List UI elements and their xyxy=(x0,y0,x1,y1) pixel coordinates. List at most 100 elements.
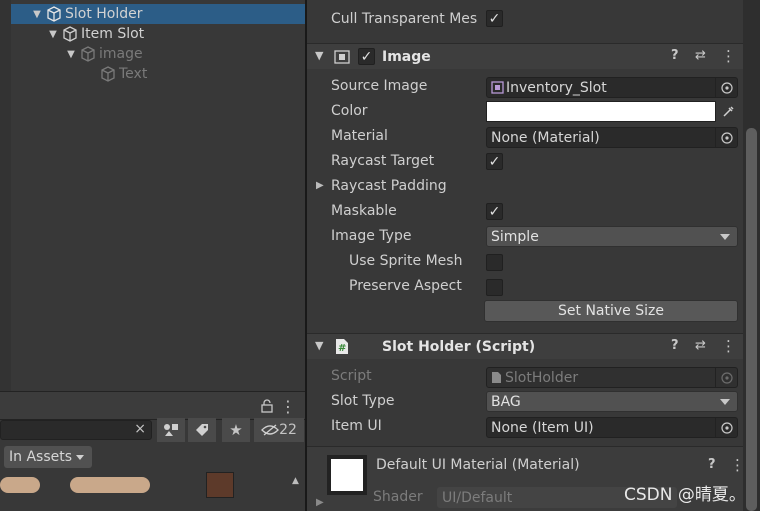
hierarchy-panel: ▼ Slot Holder ▼ Item Slot ▼ image Text xyxy=(0,0,305,391)
foldout-arrow-icon[interactable]: ▶ xyxy=(316,497,324,508)
component-menu-icon[interactable]: ⋮ xyxy=(721,47,736,65)
hierarchy-item-label: Item Slot xyxy=(81,26,145,42)
sprite-icon xyxy=(491,81,504,94)
preserve-aspect-label: Preserve Aspect xyxy=(349,278,462,294)
maskable-checkbox[interactable]: ✓ xyxy=(486,203,503,220)
cull-transparent-mesh-checkbox[interactable]: ✓ xyxy=(486,10,503,27)
item-ui-field[interactable]: None (Item UI) xyxy=(486,417,738,438)
more-menu-icon[interactable]: ⋮ xyxy=(279,394,297,418)
caret-down-icon xyxy=(720,234,730,240)
object-picker-icon[interactable] xyxy=(715,128,737,147)
hierarchy-item-image[interactable]: ▼ image xyxy=(11,44,305,64)
cull-transparent-mesh-label: Cull Transparent Mes xyxy=(331,11,478,27)
object-picker-icon[interactable] xyxy=(715,78,737,97)
hierarchy-item-item-slot[interactable]: ▼ Item Slot xyxy=(11,24,305,44)
hierarchy-item-text[interactable]: Text xyxy=(11,64,305,84)
caret-down-icon xyxy=(76,454,85,460)
shader-label: Shader xyxy=(373,489,423,505)
image-component-title: Image xyxy=(382,49,431,65)
component-menu-icon[interactable]: ⋮ xyxy=(721,337,736,355)
search-scope-dropdown[interactable]: In Assets xyxy=(4,446,92,468)
use-sprite-mesh-label: Use Sprite Mesh xyxy=(349,253,463,269)
source-image-value: Inventory_Slot xyxy=(506,79,607,96)
scroll-up-arrow-icon[interactable]: ▲ xyxy=(292,476,299,486)
slot-type-dropdown[interactable]: BAG xyxy=(486,391,738,412)
color-label: Color xyxy=(331,103,368,119)
raycast-target-label: Raycast Target xyxy=(331,153,435,169)
maskable-label: Maskable xyxy=(331,203,397,219)
raycast-target-checkbox[interactable]: ✓ xyxy=(486,153,503,170)
help-icon[interactable]: ? xyxy=(671,48,679,63)
source-image-field[interactable]: Inventory_Slot xyxy=(486,77,738,98)
image-component-header[interactable]: ▼ ✓ Image ? ⇄ ⋮ xyxy=(307,43,743,69)
gameobject-cube-icon xyxy=(47,6,61,22)
color-swatch[interactable] xyxy=(486,101,716,122)
eye-slash-icon xyxy=(261,424,279,436)
material-value: None (Material) xyxy=(491,129,600,146)
shader-value: UI/Default xyxy=(442,489,513,506)
object-picker-icon[interactable] xyxy=(715,418,737,437)
source-image-label: Source Image xyxy=(331,78,428,94)
lock-icon[interactable] xyxy=(256,394,278,418)
image-component-icon xyxy=(334,50,350,64)
gameobject-cube-icon xyxy=(63,26,77,42)
clear-search-icon[interactable]: × xyxy=(134,421,146,437)
help-icon[interactable]: ? xyxy=(708,457,716,472)
project-search-input[interactable]: × xyxy=(0,420,152,440)
component-menu-icon[interactable]: ⋮ xyxy=(730,456,745,474)
search-scope-label: In Assets xyxy=(9,449,73,465)
presets-icon[interactable]: ⇄ xyxy=(695,48,706,63)
csharp-script-icon: # xyxy=(336,339,348,354)
material-label: Material xyxy=(331,128,388,144)
expand-arrow-icon[interactable]: ▼ xyxy=(31,9,43,20)
help-icon[interactable]: ? xyxy=(671,338,679,353)
hierarchy-item-label: image xyxy=(99,46,143,62)
raycast-padding-label[interactable]: Raycast Padding xyxy=(331,178,447,194)
script-file-icon xyxy=(492,372,501,383)
slot-holder-script-header[interactable]: ▼ # Slot Holder (Script) ? ⇄ ⋮ xyxy=(307,333,743,359)
script-field: SlotHolder xyxy=(486,367,738,388)
foldout-arrow-icon[interactable]: ▶ xyxy=(316,180,324,191)
foldout-arrow-icon[interactable]: ▼ xyxy=(315,49,323,62)
item-ui-label: Item UI xyxy=(331,418,382,434)
preserve-aspect-checkbox[interactable] xyxy=(486,279,503,296)
filter-by-label-icon[interactable] xyxy=(188,418,216,442)
expand-arrow-icon[interactable]: ▼ xyxy=(47,29,59,40)
material-field[interactable]: None (Material) xyxy=(486,127,738,148)
presets-icon[interactable]: ⇄ xyxy=(695,338,706,353)
filter-by-type-icon[interactable] xyxy=(157,418,185,442)
set-native-size-button[interactable]: Set Native Size xyxy=(484,300,738,322)
hierarchy-gutter xyxy=(0,0,11,391)
expand-arrow-icon[interactable]: ▼ xyxy=(65,49,77,60)
item-ui-value: None (Item UI) xyxy=(491,419,594,436)
asset-thumbnail[interactable] xyxy=(206,472,234,498)
caret-down-icon xyxy=(720,399,730,405)
image-type-dropdown[interactable]: Simple xyxy=(486,226,738,247)
slot-type-value: BAG xyxy=(491,393,521,410)
gameobject-cube-icon xyxy=(101,66,115,82)
script-label: Script xyxy=(331,368,372,384)
asset-thumbnail[interactable] xyxy=(0,477,40,493)
asset-thumbnail[interactable] xyxy=(70,477,150,493)
material-preview xyxy=(327,455,367,495)
script-value: SlotHolder xyxy=(505,369,579,386)
inspector-scroll-thumb[interactable] xyxy=(746,128,757,511)
image-enabled-checkbox[interactable]: ✓ xyxy=(358,48,375,65)
image-type-label: Image Type xyxy=(331,228,412,244)
hierarchy-item-slot-holder[interactable]: ▼ Slot Holder xyxy=(11,4,305,24)
hierarchy-item-label: Slot Holder xyxy=(65,6,143,22)
svg-text:#: # xyxy=(338,343,346,354)
image-type-value: Simple xyxy=(491,228,539,245)
foldout-arrow-icon[interactable]: ▼ xyxy=(315,339,323,352)
material-section-title: Default UI Material (Material) xyxy=(376,457,580,473)
watermark: CSDN @晴夏。 xyxy=(624,485,746,505)
hidden-packages-toggle[interactable]: 22 xyxy=(254,418,304,442)
hidden-count: 22 xyxy=(279,422,297,438)
slot-holder-script-title: Slot Holder (Script) xyxy=(382,339,536,355)
gameobject-cube-icon xyxy=(81,46,95,62)
favorites-star-icon[interactable]: ★ xyxy=(222,418,250,442)
eyedropper-icon[interactable] xyxy=(718,101,738,122)
hierarchy-item-label: Text xyxy=(119,66,148,82)
use-sprite-mesh-checkbox[interactable] xyxy=(486,254,503,271)
object-picker-icon xyxy=(715,368,737,387)
